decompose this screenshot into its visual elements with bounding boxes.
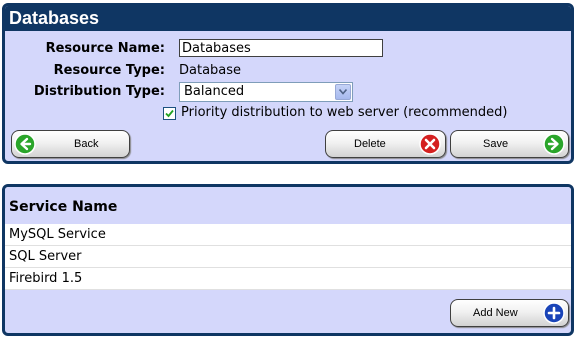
panel-title: Databases [5,6,571,31]
distribution-type-label: Distribution Type: [33,84,165,99]
delete-button[interactable]: Delete [325,130,446,158]
chevron-down-icon[interactable] [335,84,351,100]
plus-circle-icon [543,302,565,324]
service-name-cell[interactable]: MySQL Service [9,227,106,242]
service-name-cell[interactable]: SQL Server [9,249,82,264]
table-row[interactable]: MySQL Service [5,224,571,246]
add-new-button[interactable]: Add New [450,299,569,327]
resource-type-label: Resource Type: [53,63,165,78]
resource-name-input[interactable] [179,39,383,57]
table-row[interactable]: SQL Server [5,246,571,268]
back-label: Back [74,138,99,150]
service-name-header: Service Name [5,187,571,223]
save-button[interactable]: Save [450,130,569,158]
resource-type-value: Database [179,63,242,78]
checkmark-icon [165,109,174,118]
resource-panel: Databases Resource Name: Resource Type: … [2,3,574,164]
table-row[interactable]: Firebird 1.5 [5,268,571,290]
distribution-type-row: Distribution Type: Balanced [5,82,571,102]
save-label: Save [483,138,509,150]
back-button[interactable]: Back [11,130,130,158]
resource-name-label: Resource Name: [45,41,165,56]
priority-checkbox-label: Priority distribution to web server (rec… [181,105,508,120]
delete-label: Delete [354,138,386,150]
distribution-type-value: Balanced [184,84,245,99]
service-name-cell[interactable]: Firebird 1.5 [9,271,82,286]
priority-checkbox[interactable] [163,107,176,120]
add-new-label: Add New [473,307,518,319]
priority-row: Priority distribution to web server (rec… [5,103,571,123]
x-circle-icon [419,133,441,155]
distribution-type-select[interactable]: Balanced [179,82,353,102]
resource-type-row: Resource Type: Database [5,61,571,81]
service-panel: Service Name MySQL Service SQL Server Fi… [2,184,574,336]
arrow-right-circle-icon [543,133,565,155]
resource-name-row: Resource Name: [5,39,571,59]
arrow-left-circle-icon [14,133,36,155]
